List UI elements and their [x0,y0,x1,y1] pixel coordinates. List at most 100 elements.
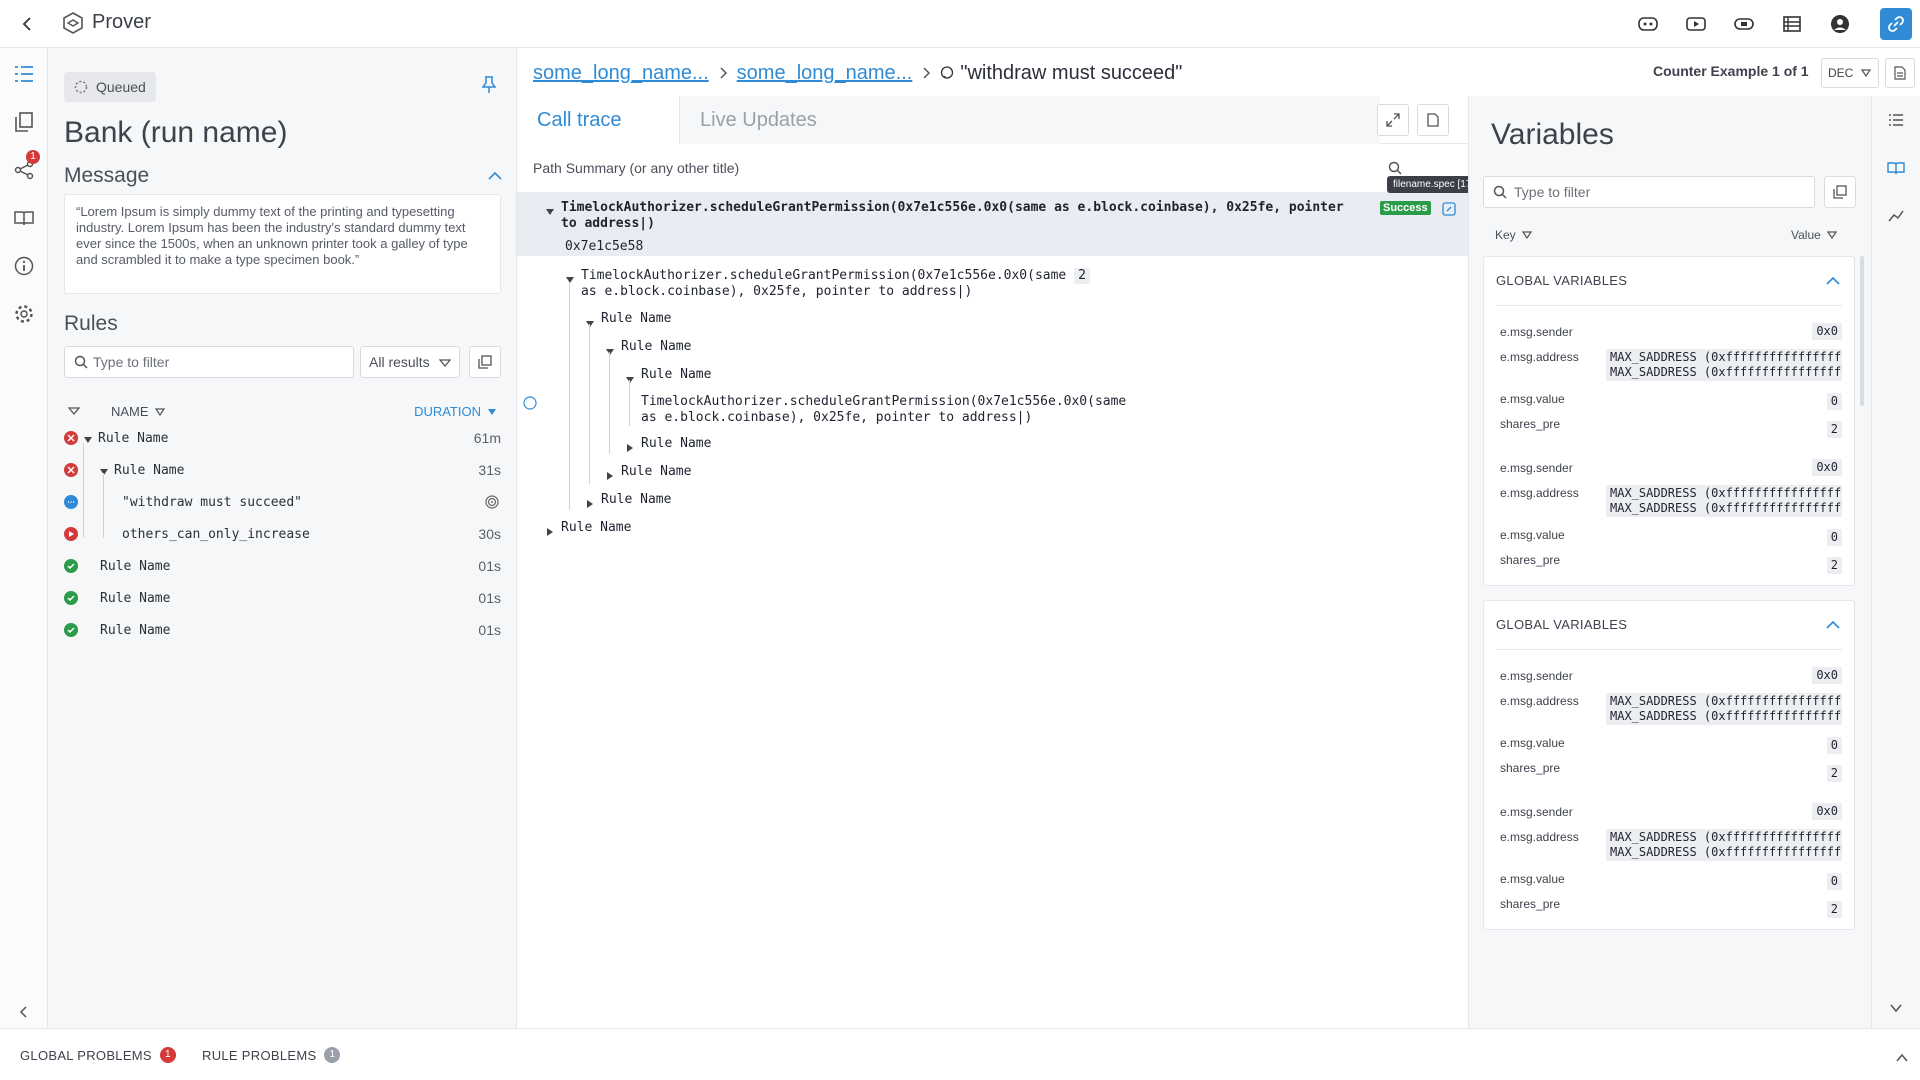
duration-column-header[interactable]: DURATION [414,404,497,419]
variables-filter[interactable] [1483,176,1815,208]
book-view-icon[interactable] [1884,156,1908,180]
rules-panel: Queued Bank (run name) Message “Lorem Ip… [48,48,517,1028]
trace-return-value: 0x7e1c5e58 [565,239,644,254]
expand-chevron-icon[interactable] [100,462,108,478]
collapse-chevron-icon[interactable] [586,314,594,332]
expand-chevron-right-icon[interactable] [607,467,613,485]
collapse-chevron-icon[interactable] [566,270,574,288]
trace-rule-name[interactable]: Rule Name [621,339,691,355]
collapse-left-icon[interactable] [12,1000,36,1024]
collapse-chevron-icon[interactable] [606,342,614,360]
collapse-chevron-up-icon[interactable] [1826,273,1840,291]
path-summary-title: Path Summary (or any other title) [533,160,740,176]
collapse-chevron-icon[interactable] [546,202,554,220]
graph-icon[interactable]: 1 [12,150,40,182]
rule-row[interactable]: Rule Name 01s [64,584,501,612]
files-icon[interactable] [12,110,36,134]
trace-rule-name[interactable]: Rule Name [601,311,671,327]
value-column-header[interactable]: Value [1791,228,1837,242]
tab-call-trace[interactable]: Call trace [517,96,680,144]
report-button[interactable] [1885,58,1915,88]
rules-filter-input[interactable] [93,354,353,370]
format-select[interactable]: DEC [1821,58,1879,88]
var-value[interactable]: 0 [1826,737,1842,754]
var-key: e.msg.sender [1500,805,1573,819]
pin-icon[interactable] [481,76,497,99]
trace-rule-name[interactable]: Rule Name [641,436,711,452]
video-help-icon[interactable] [1732,12,1756,36]
expand-chevron-right-icon[interactable] [547,523,553,541]
discord-icon[interactable] [1636,12,1660,36]
var-value[interactable]: 0x0 [1812,803,1842,820]
trace-rule-name[interactable]: Rule Name [641,367,711,383]
var-value[interactable]: MAX_SADDRESS (0xffffffffffffffff MAX_SAD… [1606,485,1842,517]
var-value[interactable]: 2 [1826,765,1842,782]
info-icon[interactable] [12,254,36,278]
collapse-chevron-up-icon[interactable] [1826,617,1840,635]
chart-line-icon[interactable] [1884,204,1908,228]
variables-scrollbar[interactable] [1860,256,1864,406]
expand-panel-chevron-up-icon[interactable] [1896,1049,1908,1067]
expand-chevron-icon[interactable] [84,430,92,446]
global-problems-tab[interactable]: GLOBAL PROBLEMS 1 [20,1047,176,1063]
expand-chevron-right-icon[interactable] [627,439,633,457]
rule-row[interactable]: Rule Name 31s [64,456,501,484]
var-value[interactable]: 0 [1826,393,1842,410]
copy-variables-button[interactable] [1824,176,1856,208]
trace-rule-name[interactable]: Rule Name [601,492,671,508]
var-value[interactable]: 2 [1826,901,1842,918]
youtube-icon[interactable] [1684,12,1708,36]
rule-row[interactable]: "withdraw must succeed" [64,488,501,516]
spinner-icon [74,80,88,94]
rules-heading: Rules [64,312,118,335]
app-logo[interactable]: Prover [62,11,151,34]
source-location-icon[interactable] [1441,201,1457,222]
chevron-down-icon[interactable] [1884,996,1908,1020]
trace-rule-name[interactable]: Rule Name [561,520,631,536]
rules-list-icon[interactable] [12,62,36,86]
var-value[interactable]: MAX_SADDRESS (0xffffffffffffffff MAX_SAD… [1606,693,1842,725]
tab-live-updates[interactable]: Live Updates [680,96,1380,144]
rule-problems-tab[interactable]: RULE PROBLEMS 1 [202,1047,341,1063]
trace-rule-name[interactable]: Rule Name [621,464,691,480]
var-value[interactable]: MAX_SADDRESS (0xffffffffffffffff MAX_SAD… [1606,829,1842,861]
share-link-button[interactable] [1880,8,1912,40]
docs-icon[interactable] [1780,12,1804,36]
var-value[interactable]: 0 [1826,529,1842,546]
var-value[interactable]: 0 [1826,873,1842,890]
settings-gear-icon[interactable] [12,302,36,326]
call-count-badge: 2 [1074,268,1090,284]
collapse-message-chevron-up-icon[interactable] [488,168,502,186]
rule-row[interactable]: Rule Name 01s [64,552,501,580]
document-button[interactable] [1417,104,1449,136]
list-view-icon[interactable] [1884,108,1908,132]
var-value[interactable]: MAX_SADDRESS (0xffffffffffffffff MAX_SAD… [1606,349,1842,381]
breadcrumb-link-2[interactable]: some_long_name... [737,62,913,85]
user-account-icon[interactable] [1828,12,1852,36]
expand-chevron-right-icon[interactable] [587,495,593,513]
back-arrow-icon[interactable] [16,12,40,36]
var-value[interactable]: 0x0 [1812,667,1842,684]
var-value[interactable]: 2 [1826,421,1842,438]
breakpoint-circle-icon[interactable] [523,396,537,415]
rule-row[interactable]: Rule Name 01s [64,616,501,644]
tree-guide [569,282,570,510]
results-select[interactable]: All results [360,346,460,378]
collapse-chevron-icon[interactable] [626,370,634,388]
book-icon[interactable] [12,206,36,230]
sort-all-chevron-icon[interactable] [67,404,81,419]
group-title: GLOBAL VARIABLES [1496,617,1628,632]
breadcrumb-link-1[interactable]: some_long_name... [533,62,709,85]
target-icon[interactable] [485,495,499,512]
rule-row[interactable]: others_can_only_increase 30s [64,520,501,548]
key-column-header[interactable]: Key [1495,228,1532,242]
variables-filter-input[interactable] [1514,184,1814,200]
var-value[interactable]: 0x0 [1812,459,1842,476]
name-column-header[interactable]: NAME [111,404,165,419]
copy-rules-button[interactable] [469,346,501,378]
rule-row[interactable]: Rule Name 61m [64,424,501,452]
var-value[interactable]: 2 [1826,557,1842,574]
rules-filter[interactable] [64,346,354,378]
var-value[interactable]: 0x0 [1812,323,1842,340]
expand-button[interactable] [1377,104,1409,136]
